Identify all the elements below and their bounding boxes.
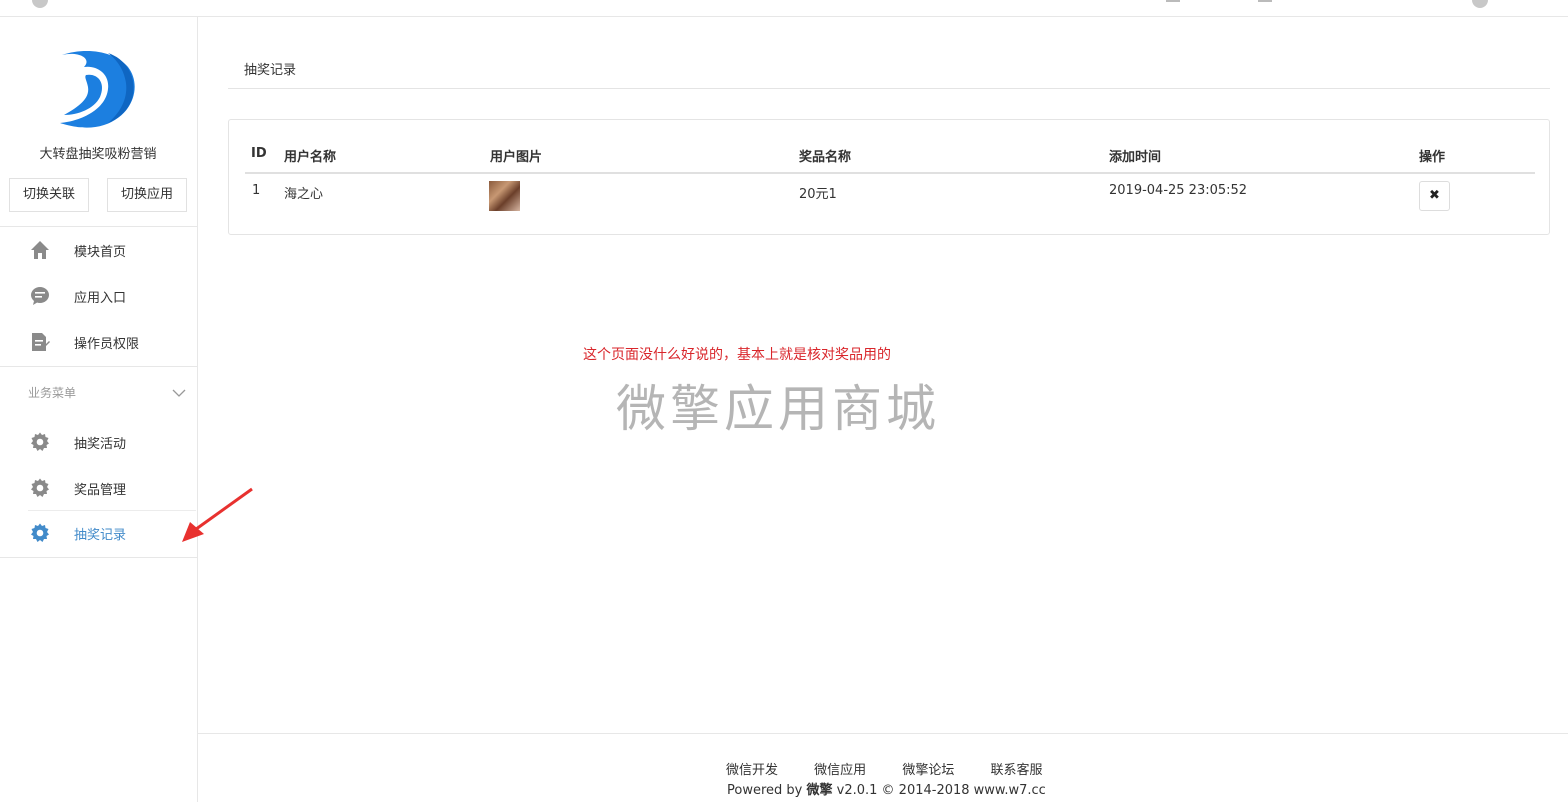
footer-powered-prefix: Powered by bbox=[727, 783, 807, 798]
sidebar: 大转盘抽奖吸粉营销 切换关联 切换应用 模块首页 应用入口 操作员权限 业务菜单… bbox=[0, 17, 198, 802]
table-header-username: 用户名称 bbox=[284, 150, 337, 165]
switch-link-button[interactable]: 切换关联 bbox=[9, 178, 89, 212]
tab-lottery-records[interactable]: 抽奖记录 bbox=[244, 59, 296, 78]
footer-powered-suffix: v2.0.1 © 2014-2018 www.w7.cc bbox=[832, 783, 1046, 798]
sidebar-item-lottery-records[interactable]: 抽奖记录 bbox=[0, 510, 196, 556]
sidebar-item-app-entry[interactable]: 应用入口 bbox=[0, 273, 196, 319]
table-header-added-time: 添加时间 bbox=[1109, 150, 1162, 165]
sidebar-item-operator-permission[interactable]: 操作员权限 bbox=[0, 319, 196, 365]
tab-divider bbox=[228, 88, 1550, 89]
table-header-divider bbox=[245, 172, 1535, 174]
switch-app-button[interactable]: 切换应用 bbox=[107, 178, 187, 212]
table-header-action: 操作 bbox=[1419, 150, 1446, 165]
user-avatar bbox=[489, 181, 520, 211]
topbar-menu-icon[interactable] bbox=[1166, 0, 1180, 2]
gear-icon bbox=[30, 523, 50, 543]
sidebar-item-label: 抽奖记录 bbox=[74, 528, 127, 543]
close-icon: ✖ bbox=[1429, 188, 1440, 203]
sidebar-item-label: 奖品管理 bbox=[74, 483, 127, 498]
sidebar-item-label: 抽奖活动 bbox=[74, 437, 127, 452]
topbar-menu-icon[interactable] bbox=[1258, 0, 1272, 2]
app-name: 大转盘抽奖吸粉营销 bbox=[39, 147, 157, 162]
footer-brand[interactable]: 微擎 bbox=[806, 783, 832, 798]
footer-divider bbox=[198, 733, 1568, 734]
business-menu-title: 业务菜单 bbox=[28, 386, 77, 400]
delete-button[interactable]: ✖ bbox=[1419, 181, 1450, 211]
topbar-user-icon[interactable] bbox=[1472, 0, 1488, 8]
sidebar-item-label: 操作员权限 bbox=[74, 337, 140, 352]
app-logo-icon bbox=[56, 45, 140, 129]
cell-id: 1 bbox=[252, 183, 261, 198]
chevron-down-icon[interactable] bbox=[172, 383, 186, 397]
footer-link-wechat-dev[interactable]: 微信开发 bbox=[726, 763, 778, 778]
footer-links: 微信开发 微信应用 微擎论坛 联系客服 bbox=[726, 759, 1074, 778]
gear-icon bbox=[30, 478, 50, 498]
annotation-note: 这个页面没什么好说的，基本上就是核对奖品用的 bbox=[583, 347, 891, 363]
top-bar bbox=[0, 0, 1568, 17]
sidebar-item-module-home[interactable]: 模块首页 bbox=[0, 227, 196, 273]
sidebar-item-prize-management[interactable]: 奖品管理 bbox=[0, 465, 196, 511]
footer-link-wechat-apps[interactable]: 微信应用 bbox=[814, 763, 866, 778]
records-table-panel: ID 用户名称 用户图片 奖品名称 添加时间 操作 1 海之心 20元1 201… bbox=[228, 119, 1550, 235]
table-header-id: ID bbox=[251, 146, 267, 161]
document-edit-icon bbox=[30, 332, 50, 352]
cell-prize-name: 20元1 bbox=[799, 187, 837, 202]
sidebar-item-lottery-activity[interactable]: 抽奖活动 bbox=[0, 419, 196, 465]
table-header-prize-name: 奖品名称 bbox=[799, 150, 852, 165]
chat-bubble-icon bbox=[30, 286, 50, 306]
sidebar-divider bbox=[0, 557, 198, 558]
sidebar-divider bbox=[0, 366, 198, 367]
main-content: 抽奖记录 ID 用户名称 用户图片 奖品名称 添加时间 操作 1 海之心 20元… bbox=[198, 17, 1568, 802]
sidebar-item-label: 模块首页 bbox=[74, 245, 127, 260]
footer-copyright: Powered by 微擎 v2.0.1 © 2014-2018 www.w7.… bbox=[727, 779, 1046, 798]
table-header-user-image: 用户图片 bbox=[490, 150, 543, 165]
watermark-text: 微擎应用商城 bbox=[616, 380, 940, 438]
gear-icon bbox=[30, 432, 50, 452]
sidebar-item-label: 应用入口 bbox=[74, 291, 127, 306]
footer-link-support[interactable]: 联系客服 bbox=[990, 763, 1042, 778]
cell-username: 海之心 bbox=[284, 187, 324, 202]
footer-link-forum[interactable]: 微擎论坛 bbox=[902, 763, 954, 778]
cell-added-time: 2019-04-25 23:05:52 bbox=[1109, 183, 1248, 198]
home-icon bbox=[30, 240, 50, 260]
user-avatar-icon[interactable] bbox=[32, 0, 48, 8]
